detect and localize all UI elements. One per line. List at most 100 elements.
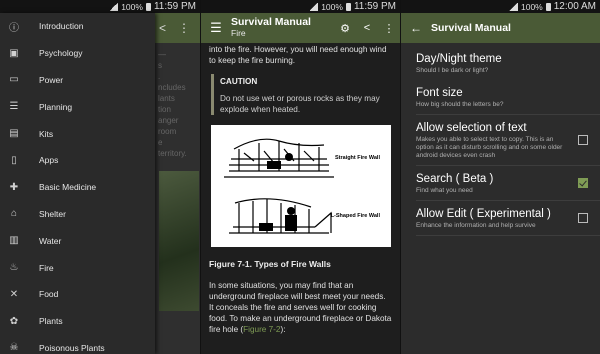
settings-toolbar: ← Survival Manual (401, 13, 600, 43)
hamburger-menu-icon[interactable]: ☰ (201, 20, 231, 36)
drawer-item-label: Power (39, 74, 64, 85)
pref-summary: How big should the letters be? (416, 101, 504, 108)
figure-panel-straight: Straight Fire Wall (219, 131, 384, 183)
drawer-item-label: Kits (39, 128, 54, 139)
l-shaped-fire-wall-drawing (229, 198, 332, 234)
drawer-item-plants[interactable]: ✿ Plants (0, 308, 155, 335)
caution-title: CAUTION (220, 77, 258, 86)
store-icon: ⌂ (10, 208, 18, 220)
overflow-menu-icon: ⋮ (178, 21, 190, 35)
navigation-drawer: ⓘ Introduction ▣ Psychology ▭ Power ☰ Planni… (0, 13, 155, 354)
search-checkbox[interactable] (578, 178, 588, 188)
phone-icon: ▯ (11, 154, 17, 166)
battery-icon (345, 2, 351, 11)
drawer-item-label: Basic Medicine (39, 182, 97, 193)
drawer-item-power[interactable]: ▭ Power (0, 67, 155, 94)
drawer-item-poisonous-plants[interactable]: ☠ Poisonous Plants (0, 335, 155, 354)
drawer-item-label: Plants (39, 316, 63, 327)
background-toolbar: < ⋮ (155, 13, 200, 43)
settings-title: Survival Manual (431, 22, 511, 34)
drawer-item-label: Introduction (39, 21, 84, 32)
battery-percent: 100% (321, 1, 343, 12)
figure-panel-l-shaped: L-Shaped Fire Wall (219, 189, 384, 241)
drawer-item-label: Fire (39, 262, 54, 273)
settings-gear-icon[interactable]: ⚙ (334, 22, 356, 35)
contact-card-icon: ▣ (9, 47, 19, 59)
straight-fire-wall-drawing (224, 138, 334, 178)
drawer-item-label: Shelter (39, 208, 66, 219)
battery-percent: 100% (121, 1, 143, 12)
overflow-menu-icon[interactable]: ⋮ (378, 22, 400, 35)
drawer-item-label: Poisonous Plants (39, 342, 105, 353)
caution-box: CAUTION Do not use wet or porous rocks a… (211, 74, 392, 115)
drawer-item-label: Psychology (39, 48, 83, 59)
pref-title: Allow selection of text (416, 122, 527, 134)
drawer-item-label: Water (39, 235, 62, 246)
clock: 12:00 AM (553, 1, 596, 12)
pref-title: Allow Edit ( Experimental ) (416, 208, 551, 220)
pref-title: Search ( Beta ) (416, 173, 494, 185)
battery-icon (145, 2, 151, 11)
body-text-end: ): (280, 325, 286, 334)
background-content: < ⋮ — s. ncludes lants tion anger room e territo… (155, 13, 200, 354)
drawer-item-planning[interactable]: ☰ Planning (0, 93, 155, 120)
drawer-item-water[interactable]: ▥ Water (0, 227, 155, 254)
preferences-list: Day/Night theme Should I be dark or ligh… (401, 43, 600, 354)
settings-screen: 100% 12:00 AM ← Survival Manual Day/Nigh… (400, 0, 600, 354)
app-toolbar: ☰ Survival Manual Fire ⚙ < ⋮ (201, 13, 400, 43)
list-icon: ☰ (9, 101, 19, 113)
clock: 11:59 PM (353, 1, 396, 12)
figure-label: L-Shaped Fire Wall (330, 213, 380, 219)
pref-title: Font size (416, 87, 463, 99)
drawer-item-introduction[interactable]: ⓘ Introduction (0, 13, 155, 40)
drawer-item-shelter[interactable]: ⌂ Shelter (0, 201, 155, 228)
allow-selection-checkbox[interactable] (578, 135, 588, 145)
battery-icon (545, 2, 551, 11)
figure-caption: Figure 7-1. Types of Fire Walls (209, 259, 331, 269)
briefcase-icon: ▤ (9, 128, 19, 140)
pref-allow-edit[interactable]: Allow Edit ( Experimental ) Enhance the … (401, 201, 600, 235)
figure-label: Straight Fire Wall (334, 155, 380, 161)
pref-allow-selection[interactable]: Allow selection of text Makes you able t… (401, 115, 600, 165)
pref-font-size[interactable]: Font size How big should the letters be? (401, 80, 600, 114)
drawer-item-label: Planning (39, 101, 73, 112)
body-text: In some situations, you may find that an… (209, 281, 392, 334)
utensils-icon: ✕ (9, 288, 19, 300)
drawer-item-apps[interactable]: ▯ Apps (0, 147, 155, 174)
drawer-item-fire[interactable]: ♨ Fire (0, 254, 155, 281)
background-text: — s. ncludes lants tion anger room e territory. (158, 50, 187, 158)
skull-icon: ☠ (9, 342, 19, 354)
share-icon[interactable]: < (356, 22, 378, 34)
drawer-item-food[interactable]: ✕ Food (0, 281, 155, 308)
drawer-item-psychology[interactable]: ▣ Psychology (0, 40, 155, 67)
pref-search[interactable]: Search ( Beta ) Find what you need (401, 166, 600, 200)
divider (416, 235, 600, 236)
drawer-screen: 100% 11:59 PM < ⋮ — s. ncludes lants tion ang… (0, 0, 200, 354)
share-icon: < (158, 21, 166, 35)
allow-edit-checkbox[interactable] (578, 213, 588, 223)
info-icon: ⓘ (9, 22, 19, 34)
pref-summary: Makes you able to select text to copy. T… (416, 136, 563, 159)
pref-title: Day/Night theme (416, 53, 502, 65)
clock: 11:59 PM (153, 1, 196, 12)
toolbar-title-block: Survival Manual Fire (231, 17, 334, 39)
status-bar: 100% 12:00 AM (401, 0, 600, 13)
signal-icon (309, 2, 319, 11)
pref-summary: Enhance the information and help survive (416, 222, 536, 229)
figure-link[interactable]: Figure 7-2 (243, 325, 280, 334)
battery-percent: 100% (520, 1, 543, 12)
back-arrow-icon[interactable]: ← (401, 21, 431, 35)
signal-icon (508, 2, 518, 11)
article-screen: 100% 11:59 PM ☰ Survival Manual Fire ⚙ <… (200, 0, 400, 354)
signal-icon (109, 2, 119, 11)
pref-day-night-theme[interactable]: Day/Night theme Should I be dark or ligh… (401, 43, 600, 80)
drawer-item-basic-medicine[interactable]: ✚ Basic Medicine (0, 174, 155, 201)
background-image (159, 171, 199, 311)
flower-icon: ✿ (9, 315, 19, 327)
fire-icon: ♨ (9, 262, 19, 274)
fire-wall-figure: Straight Fire Wall L-Shaped Fire Wall (211, 125, 391, 247)
section-subtitle: Fire (231, 28, 246, 38)
drawer-item-kits[interactable]: ▤ Kits (0, 120, 155, 147)
article-content: into the fire. However, you will need en… (201, 44, 400, 335)
pref-summary: Should I be dark or light? (416, 67, 489, 74)
